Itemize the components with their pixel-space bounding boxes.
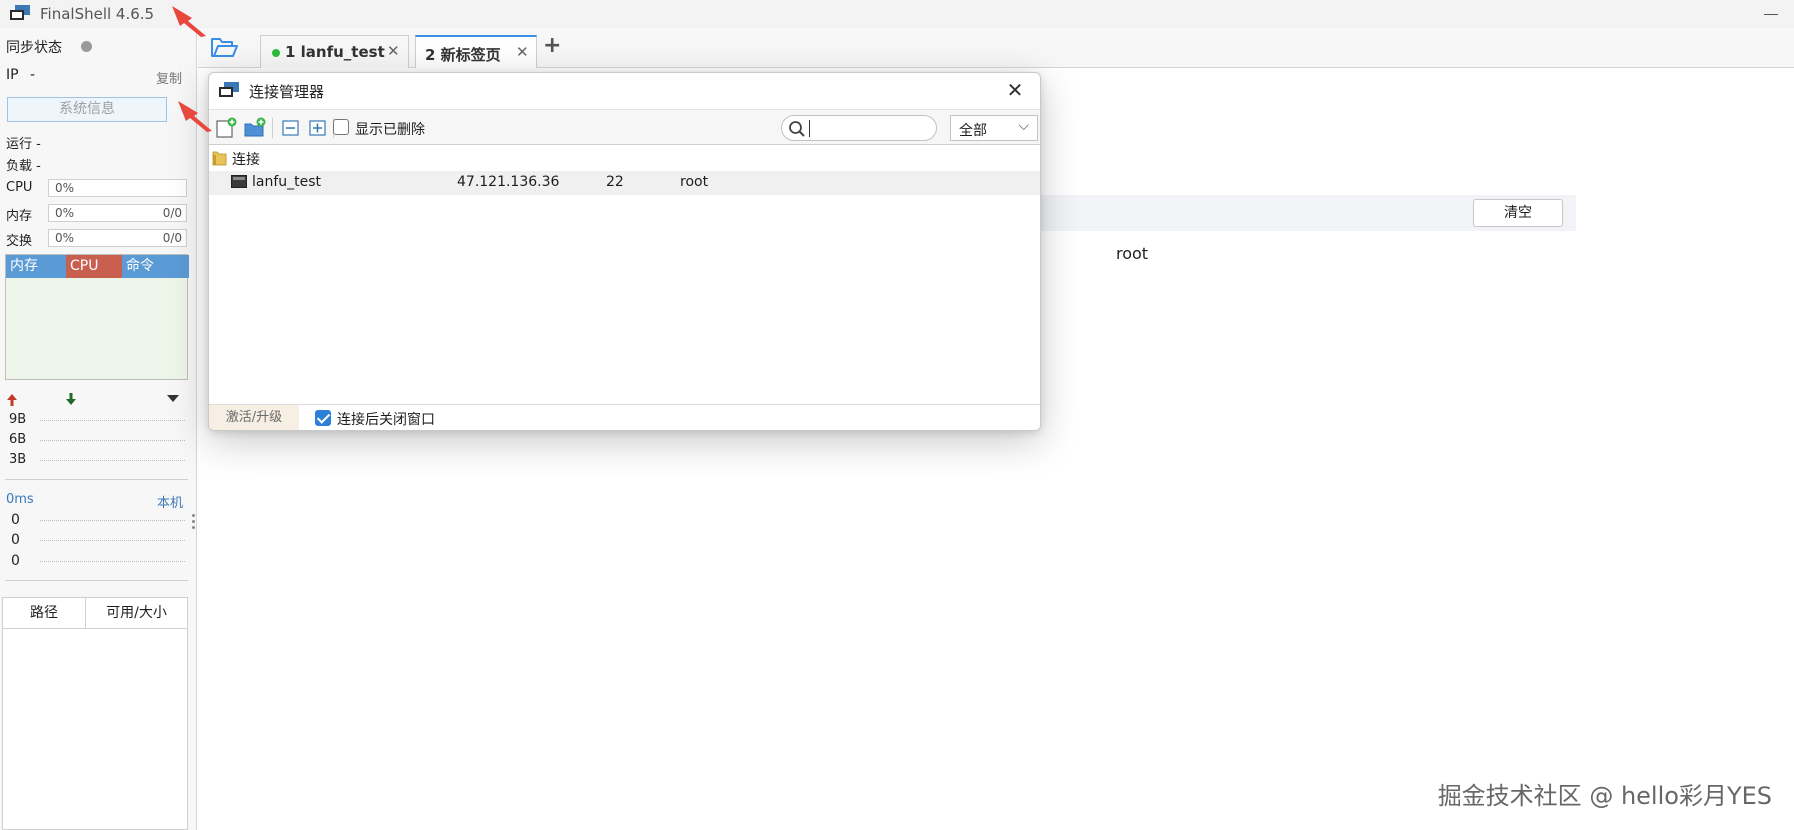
proc-tab-memory[interactable]: 内存	[6, 255, 66, 278]
sync-status-dot	[81, 41, 92, 52]
swap-meter: 0% 0/0	[48, 229, 187, 247]
net-scale-3b: 3B	[9, 452, 27, 467]
finalshell-logo-icon	[10, 5, 30, 20]
network-chart	[5, 388, 188, 480]
ping-divider	[5, 580, 188, 581]
annotation-arrow-icon	[178, 101, 212, 132]
ping-value: 0	[11, 553, 20, 569]
minimize-button[interactable]	[1762, 2, 1780, 20]
connected-status-dot	[272, 49, 280, 57]
finalshell-logo-icon	[219, 82, 239, 97]
memory-ratio: 0/0	[162, 206, 182, 220]
process-list: 内存 CPU 命令	[5, 254, 189, 380]
search-icon	[789, 121, 805, 137]
close-tab-icon[interactable]: ✕	[516, 43, 529, 61]
ping-value: 0	[11, 532, 20, 548]
cpu-percent: 0%	[55, 181, 75, 195]
ping-gridline	[40, 520, 185, 521]
panel-resize-handle[interactable]	[192, 514, 196, 534]
proc-tab-cpu[interactable]: CPU	[66, 255, 122, 278]
title-bar: FinalShell 4.6.5	[0, 0, 1794, 28]
memory-label: 内存	[6, 209, 33, 224]
ip-label: IP	[6, 67, 19, 83]
session-tab-bar: 1 lanfu_test ✕ 2 新标签页 ✕ +	[198, 28, 1794, 68]
close-after-connect-label: 连接后关闭窗口	[337, 412, 435, 428]
annotation-arrow-icon	[172, 6, 206, 37]
dialog-close-icon[interactable]: ✕	[1002, 77, 1028, 103]
proc-tab-command[interactable]: 命令	[122, 255, 189, 278]
text-cursor	[809, 120, 810, 137]
system-info-button[interactable]: 系统信息	[7, 97, 167, 122]
collapse-all-icon[interactable]	[280, 117, 302, 139]
tree-folder-connections[interactable]: 连接	[209, 146, 1040, 170]
load-label: 负载 -	[6, 159, 41, 174]
net-gridline	[40, 420, 185, 421]
ping-gridline	[40, 561, 185, 562]
connection-name: lanfu_test	[252, 174, 322, 190]
connection-user: root	[680, 174, 709, 190]
tab-new-tab[interactable]: 2 新标签页 ✕	[415, 35, 537, 68]
show-deleted-checkbox[interactable]	[333, 119, 349, 135]
tab-label: 2 新标签页	[425, 46, 501, 64]
connection-row[interactable]: lanfu_test 47.121.136.36 22 root	[209, 171, 1040, 195]
disk-header-path[interactable]: 路径	[3, 598, 86, 629]
net-gridline	[40, 440, 185, 441]
dialog-footer: 激活/升级 连接后关闭窗口	[209, 404, 1040, 430]
close-after-connect-checkbox[interactable]	[315, 410, 331, 426]
chevron-down-icon: ⌵	[1018, 118, 1029, 134]
swap-percent: 0%	[55, 231, 75, 245]
memory-percent: 0%	[55, 206, 75, 220]
net-scale-9b: 9B	[9, 412, 27, 427]
close-tab-icon[interactable]: ✕	[387, 42, 400, 60]
new-connection-icon[interactable]	[215, 117, 237, 139]
copy-ip-link[interactable]: 复制	[156, 68, 182, 87]
toolbar-separator	[272, 118, 273, 138]
app-title: FinalShell 4.6.5	[40, 5, 155, 23]
filter-select[interactable]: 全部 ⌵	[950, 115, 1038, 141]
ping-latency: 0ms	[6, 492, 34, 507]
net-scale-6b: 6B	[9, 432, 27, 447]
show-deleted-label: 显示已删除	[355, 122, 425, 138]
ping-gridline	[40, 540, 185, 541]
cpu-label: CPU	[6, 180, 33, 195]
swap-ratio: 0/0	[162, 231, 182, 245]
filter-value: 全部	[959, 123, 987, 139]
ping-value: 0	[11, 512, 20, 528]
dialog-title: 连接管理器	[249, 83, 325, 101]
tab-label: 1 lanfu_test	[285, 43, 385, 61]
add-tab-icon[interactable]: +	[543, 33, 561, 58]
watermark: 掘金技术社区 @ hello彩月YES	[1437, 782, 1772, 810]
ping-host[interactable]: 本机	[157, 492, 183, 511]
disk-table: 路径 可用/大小	[2, 597, 188, 830]
folder-icon	[212, 151, 227, 166]
dialog-toolbar: 显示已删除 全部 ⌵	[209, 109, 1040, 145]
disk-header-size[interactable]: 可用/大小	[86, 598, 187, 629]
search-input[interactable]	[781, 115, 937, 141]
clear-button[interactable]: 清空	[1473, 199, 1563, 227]
sync-status-label: 同步状态	[6, 40, 62, 56]
swap-label: 交换	[6, 234, 33, 249]
connection-port: 22	[606, 174, 624, 190]
activate-upgrade-button[interactable]: 激活/升级	[209, 405, 299, 430]
history-user: root	[1116, 244, 1149, 263]
connection-manager-dialog: 连接管理器 ✕ 显示已删除 全部 ⌵ 连接 lanfu_test 47.121.…	[208, 72, 1041, 431]
tab-lanfu-test[interactable]: 1 lanfu_test ✕	[260, 35, 409, 68]
uptime-label: 运行 -	[6, 137, 41, 152]
net-gridline	[40, 460, 185, 461]
cpu-meter: 0%	[48, 179, 187, 197]
terminal-icon	[231, 175, 247, 188]
connection-host: 47.121.136.36	[457, 174, 560, 190]
folder-label: 连接	[232, 152, 260, 168]
memory-meter: 0% 0/0	[48, 204, 187, 222]
open-folder-icon[interactable]	[210, 36, 240, 60]
ip-value: -	[30, 67, 36, 83]
new-folder-icon[interactable]	[244, 117, 266, 139]
expand-all-icon[interactable]	[307, 117, 329, 139]
